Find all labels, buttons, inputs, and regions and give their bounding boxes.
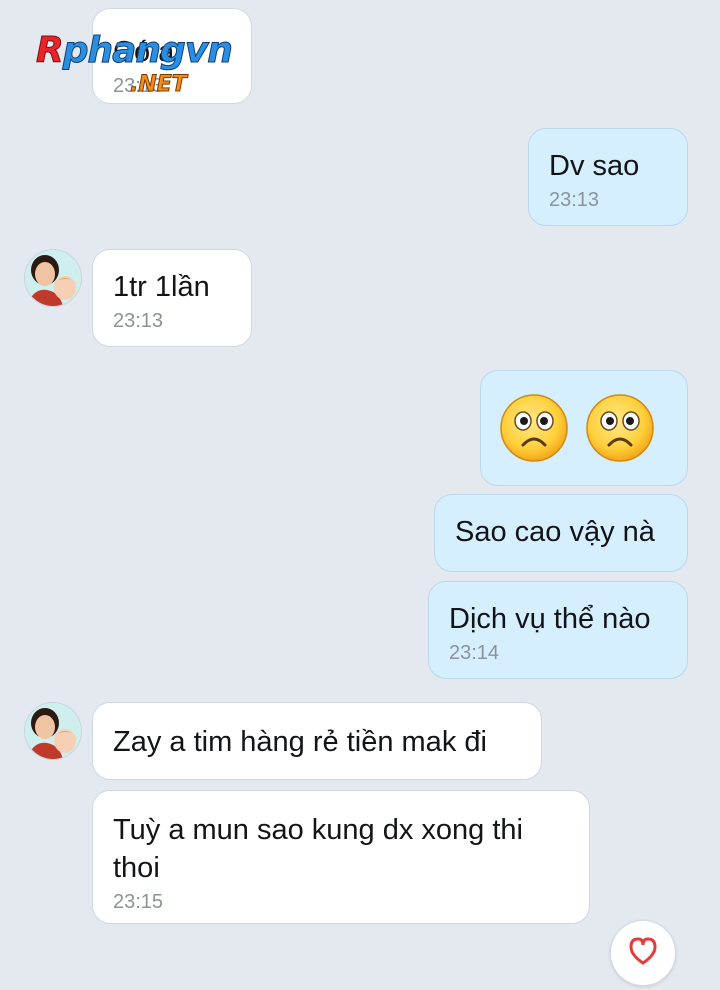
message-text: 1tr 1lần bbox=[113, 271, 210, 303]
message-bubble-outgoing[interactable]: Dịch vụ thể nào 23:14 bbox=[428, 581, 688, 679]
message-bubble-incoming[interactable]: Tuỳ a mun sao kung dx xong thi thoi 23:1… bbox=[92, 790, 590, 924]
message-bubble-incoming[interactable]: Có a 23:13 bbox=[92, 8, 252, 104]
message-bubble-outgoing[interactable]: Dv sao 23:13 bbox=[528, 128, 688, 226]
message-text: Sao cao vậy nà bbox=[455, 516, 655, 548]
frowning-face-icon bbox=[586, 394, 654, 462]
message-bubble-outgoing[interactable] bbox=[480, 370, 688, 486]
message-text: Tuỳ a mun sao kung dx xong thi thoi bbox=[113, 814, 523, 884]
message-text: Dv sao bbox=[549, 150, 640, 182]
frowning-face-icon bbox=[500, 394, 568, 462]
message-time: 23:15 bbox=[113, 891, 164, 913]
contact-avatar[interactable] bbox=[24, 249, 82, 307]
message-time: 23:13 bbox=[113, 310, 164, 332]
message-bubble-outgoing[interactable]: Sao cao vậy nà bbox=[434, 494, 688, 572]
message-bubble-incoming[interactable]: Zay a tim hàng rẻ tiền mak đi bbox=[92, 702, 542, 780]
contact-avatar[interactable] bbox=[24, 702, 82, 760]
message-text: Dịch vụ thể nào bbox=[449, 603, 651, 635]
message-text: Zay a tim hàng rẻ tiền mak đi bbox=[113, 726, 487, 758]
message-time: 23:13 bbox=[549, 189, 600, 211]
reaction-button[interactable] bbox=[610, 920, 676, 986]
message-time: 23:13 bbox=[113, 75, 164, 97]
message-bubble-incoming[interactable]: 1tr 1lần 23:13 bbox=[92, 249, 252, 347]
message-time: 23:14 bbox=[449, 642, 500, 664]
heart-icon bbox=[629, 937, 657, 965]
message-text: Có a bbox=[113, 36, 175, 68]
watermark-r: R bbox=[36, 30, 65, 72]
